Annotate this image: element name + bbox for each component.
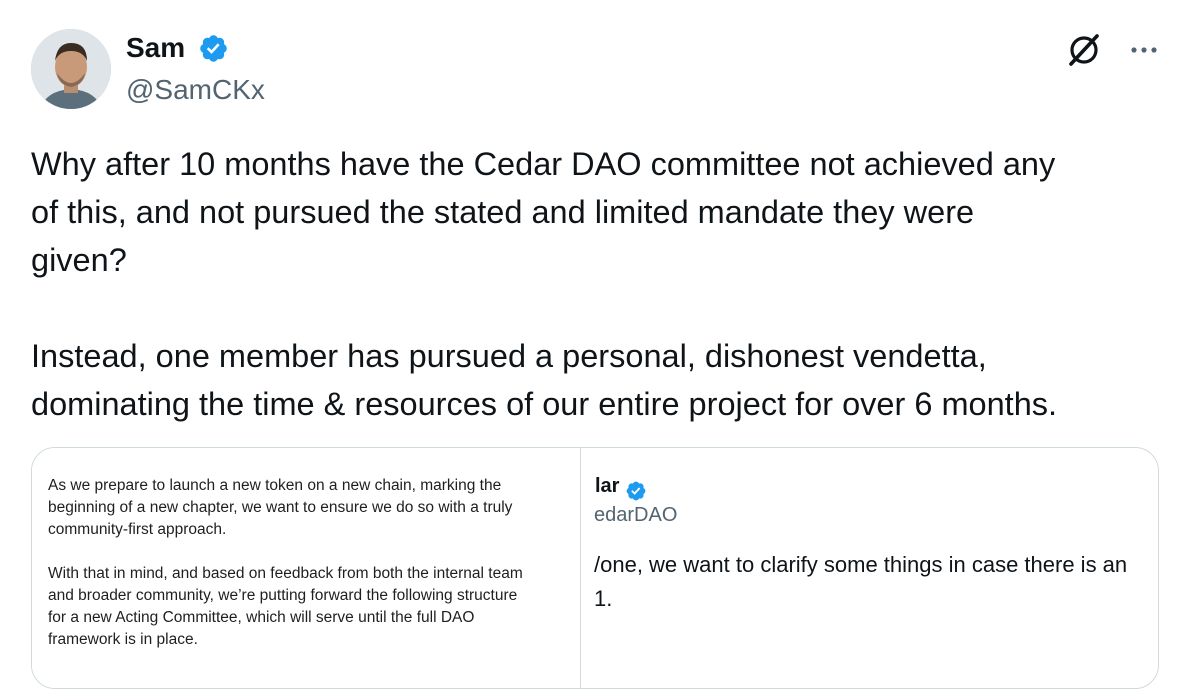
author-display-name[interactable]: Sam (126, 28, 185, 68)
embedded-post-text: /one, we want to clarify some things in … (594, 552, 1128, 611)
verified-badge-icon[interactable] (198, 33, 229, 64)
tweet-text: Why after 10 months have the Cedar DAO c… (31, 140, 1171, 428)
more-horizontal-icon[interactable] (1124, 30, 1164, 70)
image-text-paragraph: With that in mind, and based on feedback… (48, 565, 523, 648)
tweet-paragraph: Instead, one member has pursued a person… (31, 338, 1058, 422)
grok-icon[interactable] (1064, 30, 1104, 70)
author-handle[interactable]: @SamCKx (126, 70, 265, 110)
media-attachment[interactable]: As we prepare to launch a new token on a… (31, 447, 1159, 689)
avatar-photo (31, 29, 111, 109)
embedded-author-handle: edarDAO (594, 504, 678, 526)
image-text-paragraph: As we prepare to launch a new token on a… (48, 477, 513, 538)
tweet-paragraph: Why after 10 months have the Cedar DAO c… (31, 146, 1056, 278)
avatar[interactable] (31, 29, 111, 109)
media-image-left[interactable]: As we prepare to launch a new token on a… (32, 448, 581, 688)
verified-badge-icon (626, 481, 646, 501)
embedded-author-name: lar (595, 475, 620, 497)
media-image-right[interactable]: lar edarDAO /one, we want to clarify som… (581, 448, 1158, 688)
